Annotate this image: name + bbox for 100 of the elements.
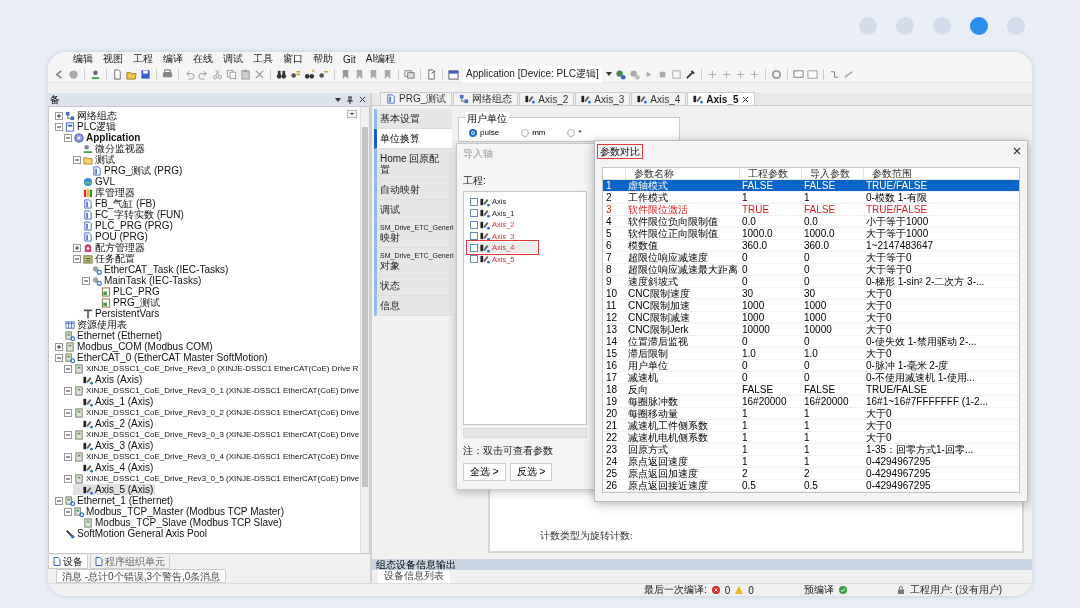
tree-item[interactable]: 测试 bbox=[73, 154, 117, 165]
table-row[interactable]: 20 每圈移动量 1 1 大于0 bbox=[603, 407, 1019, 420]
radio-option[interactable]: mm bbox=[521, 128, 546, 137]
collapse-icon[interactable] bbox=[55, 122, 63, 131]
tree-item[interactable]: SoftMotion General Axis Pool bbox=[55, 528, 210, 539]
dialog-button[interactable]: 全选 > bbox=[463, 463, 506, 481]
messages-tab[interactable]: 消息 -总计0个错误,3个警告,0条消息 bbox=[56, 569, 227, 583]
table-row[interactable]: 1 虚轴模式 FALSE FALSE TRUE/FALSE bbox=[603, 179, 1019, 192]
editor-tab[interactable]: PRG_测试 bbox=[380, 92, 453, 105]
tree-item[interactable]: PLC逻辑 bbox=[55, 121, 119, 132]
logout-icon[interactable] bbox=[628, 68, 640, 80]
editor-tab[interactable]: Axis_4 bbox=[631, 92, 687, 105]
collapse-icon[interactable] bbox=[55, 353, 63, 362]
collapse-icon[interactable] bbox=[64, 408, 72, 417]
menu-item[interactable]: 帮助 bbox=[308, 52, 338, 66]
tree-item[interactable]: Application bbox=[64, 132, 143, 143]
panel-tab[interactable]: 设备 bbox=[48, 555, 88, 569]
tree-item[interactable]: PersistentVars bbox=[73, 308, 162, 319]
table-row[interactable]: 10 CNC限制速度 30 30 大于0 bbox=[603, 287, 1019, 300]
menu-item[interactable]: 工程 bbox=[128, 52, 158, 66]
bookmark-icon[interactable] bbox=[354, 68, 365, 80]
tree-item[interactable]: Ethernet (Ethernet) bbox=[55, 330, 165, 341]
tree-item[interactable]: PRG_测试 bbox=[91, 297, 163, 308]
table-row[interactable]: 19 每圈脉冲数 16#20000 16#20000 16#1~16#7FFFFFFF (1-2... bbox=[603, 395, 1019, 408]
tree-item[interactable]: Axis_3 (Axis) bbox=[73, 440, 156, 451]
menu-item[interactable]: 窗口 bbox=[278, 52, 308, 66]
tree-item[interactable]: FC_字转实数 (FUN) bbox=[73, 209, 186, 220]
side-tab[interactable]: 信息 bbox=[374, 296, 452, 316]
tree-item[interactable]: XINJE_DSSC1_CoE_Drive_Rev3_0_2 (XINJE-DSSC1 EtherCAT(CoE) Drive bbox=[64, 407, 362, 418]
export-icon[interactable] bbox=[426, 68, 437, 80]
menu-item[interactable]: 视图 bbox=[98, 52, 128, 66]
collapse-icon[interactable] bbox=[64, 507, 72, 516]
tree-item[interactable]: 资源使用表 bbox=[55, 319, 129, 330]
tree-item[interactable]: POU (PRG) bbox=[73, 231, 150, 242]
table-row[interactable]: 6 模数值 360.0 360.0 1~2147483647 bbox=[603, 239, 1019, 252]
collapse-icon[interactable] bbox=[64, 364, 72, 373]
table-row[interactable]: 23 回原方式 1 1 1-35：回零方式1-回零... bbox=[603, 443, 1019, 456]
table-row[interactable]: 5 软件限位正向限制值 1000.0 1000.0 大于等于1000 bbox=[603, 227, 1019, 240]
expand-icon[interactable] bbox=[73, 243, 81, 252]
collapse-icon[interactable] bbox=[82, 276, 90, 285]
redo-icon[interactable] bbox=[198, 68, 209, 80]
checkbox[interactable] bbox=[470, 255, 478, 263]
tree-item[interactable]: XINJE_DSSC1_CoE_Drive_Rev3_0_3 (XINJE-DSSC1 EtherCAT(CoE) Drive bbox=[64, 429, 362, 440]
editor-tab[interactable]: Axis_2 bbox=[519, 92, 575, 105]
table-row[interactable]: 2 工作模式 1 1 0-模数 1-有限 bbox=[603, 191, 1019, 204]
radio-option[interactable]: pulse bbox=[469, 128, 500, 137]
scrollbar[interactable] bbox=[360, 107, 369, 553]
menu-item[interactable]: 调试 bbox=[218, 52, 248, 66]
page-dot[interactable] bbox=[970, 17, 988, 35]
table-row[interactable]: 24 原点返回速度 1 1 0-4294967295 bbox=[603, 455, 1019, 468]
radio-option[interactable]: * bbox=[567, 128, 582, 137]
tree-item[interactable]: EtherCAT_0 (EtherCAT Master SoftMotion) bbox=[55, 352, 270, 363]
table-row[interactable]: 7 超限位响应减速度 0 0 大于等于0 bbox=[603, 251, 1019, 264]
tree-item[interactable]: Modbus_COM (Modbus COM) bbox=[55, 341, 215, 352]
close-icon[interactable] bbox=[1013, 147, 1021, 155]
tree-item[interactable]: 库管理器 bbox=[73, 187, 137, 198]
tree-item[interactable]: Axis (Axis) bbox=[73, 374, 145, 385]
scrollbar[interactable] bbox=[463, 428, 587, 438]
tree-item[interactable]: PLC_PRG (PRG) bbox=[73, 220, 175, 231]
radio-button[interactable] bbox=[521, 128, 530, 137]
tree-item[interactable]: 配方管理器 bbox=[73, 242, 147, 253]
tree-item[interactable]: Modbus_TCP_Master (Modbus TCP Master) bbox=[64, 506, 287, 517]
output-tab[interactable]: 设备信息列表 bbox=[378, 570, 450, 583]
tree-item[interactable]: XINJE_DSSC1_CoE_Drive_Rev3_0_1 (XINJE-DSSC1 EtherCAT(CoE) Drive bbox=[64, 385, 362, 396]
menu-item[interactable]: 编译 bbox=[158, 52, 188, 66]
tree-item[interactable]: Axis_4 (Axis) bbox=[73, 462, 156, 473]
tree-item[interactable]: PLC_PRG bbox=[91, 286, 162, 297]
tree-item[interactable]: Axis_1 (Axis) bbox=[73, 396, 156, 407]
collapse-icon[interactable] bbox=[64, 386, 72, 395]
paste-icon[interactable] bbox=[240, 68, 251, 80]
collapse-icon[interactable] bbox=[64, 133, 72, 142]
scissors-icon[interactable] bbox=[212, 68, 223, 80]
expand-icon[interactable] bbox=[55, 342, 63, 351]
table-row[interactable]: 25 原点返回加速度 2 2 0-4294967295 bbox=[603, 467, 1019, 480]
save-icon[interactable] bbox=[140, 68, 151, 80]
table-row[interactable]: 9 速度斜坡式 0 0 0-梯形 1-sin² 2-二次方 3-... bbox=[603, 275, 1019, 288]
radio-button[interactable] bbox=[469, 128, 477, 137]
table-row[interactable]: 16 用户单位 0 0 0-脉冲 1-毫米 2-度 bbox=[603, 359, 1019, 372]
table-row[interactable]: 21 减速机工件侧系数 1 1 大于0 bbox=[603, 419, 1019, 432]
side-tab[interactable]: 状态 bbox=[374, 276, 452, 296]
collapse-icon[interactable] bbox=[73, 254, 81, 263]
collapse-icon[interactable] bbox=[64, 474, 72, 483]
application-dropdown[interactable]: Application [Device: PLC逻辑] bbox=[462, 65, 603, 83]
radio-button[interactable] bbox=[567, 128, 576, 137]
editor-tab[interactable]: Axis_5 bbox=[687, 92, 755, 105]
side-tab[interactable]: 自动映射 bbox=[374, 180, 452, 200]
dialog-button[interactable]: 反选 > bbox=[509, 463, 553, 481]
checkbox[interactable] bbox=[470, 243, 478, 252]
calendar-icon[interactable] bbox=[448, 68, 459, 80]
undo-icon[interactable] bbox=[184, 68, 195, 80]
tree-item[interactable]: XINJE_DSSC1_CoE_Drive_Rev3_0_4 (XINJE-DSSC1 EtherCAT(CoE) Drive bbox=[64, 451, 362, 462]
monitor-icon[interactable] bbox=[792, 68, 804, 80]
window-icon[interactable] bbox=[806, 68, 818, 80]
table-row[interactable]: 13 CNC限制Jerk 10000 10000 大于0 bbox=[603, 323, 1019, 336]
menu-item[interactable]: AI编程 bbox=[360, 52, 401, 66]
tree-item[interactable]: MainTask (IEC-Tasks) bbox=[82, 275, 204, 286]
table-row[interactable]: 8 超限位响应减速最大距离 0 0 大于等于0 bbox=[603, 263, 1019, 276]
collapse-icon[interactable] bbox=[64, 452, 72, 461]
checkbox[interactable] bbox=[470, 197, 478, 206]
editor-tab[interactable]: Axis_3 bbox=[575, 92, 631, 105]
